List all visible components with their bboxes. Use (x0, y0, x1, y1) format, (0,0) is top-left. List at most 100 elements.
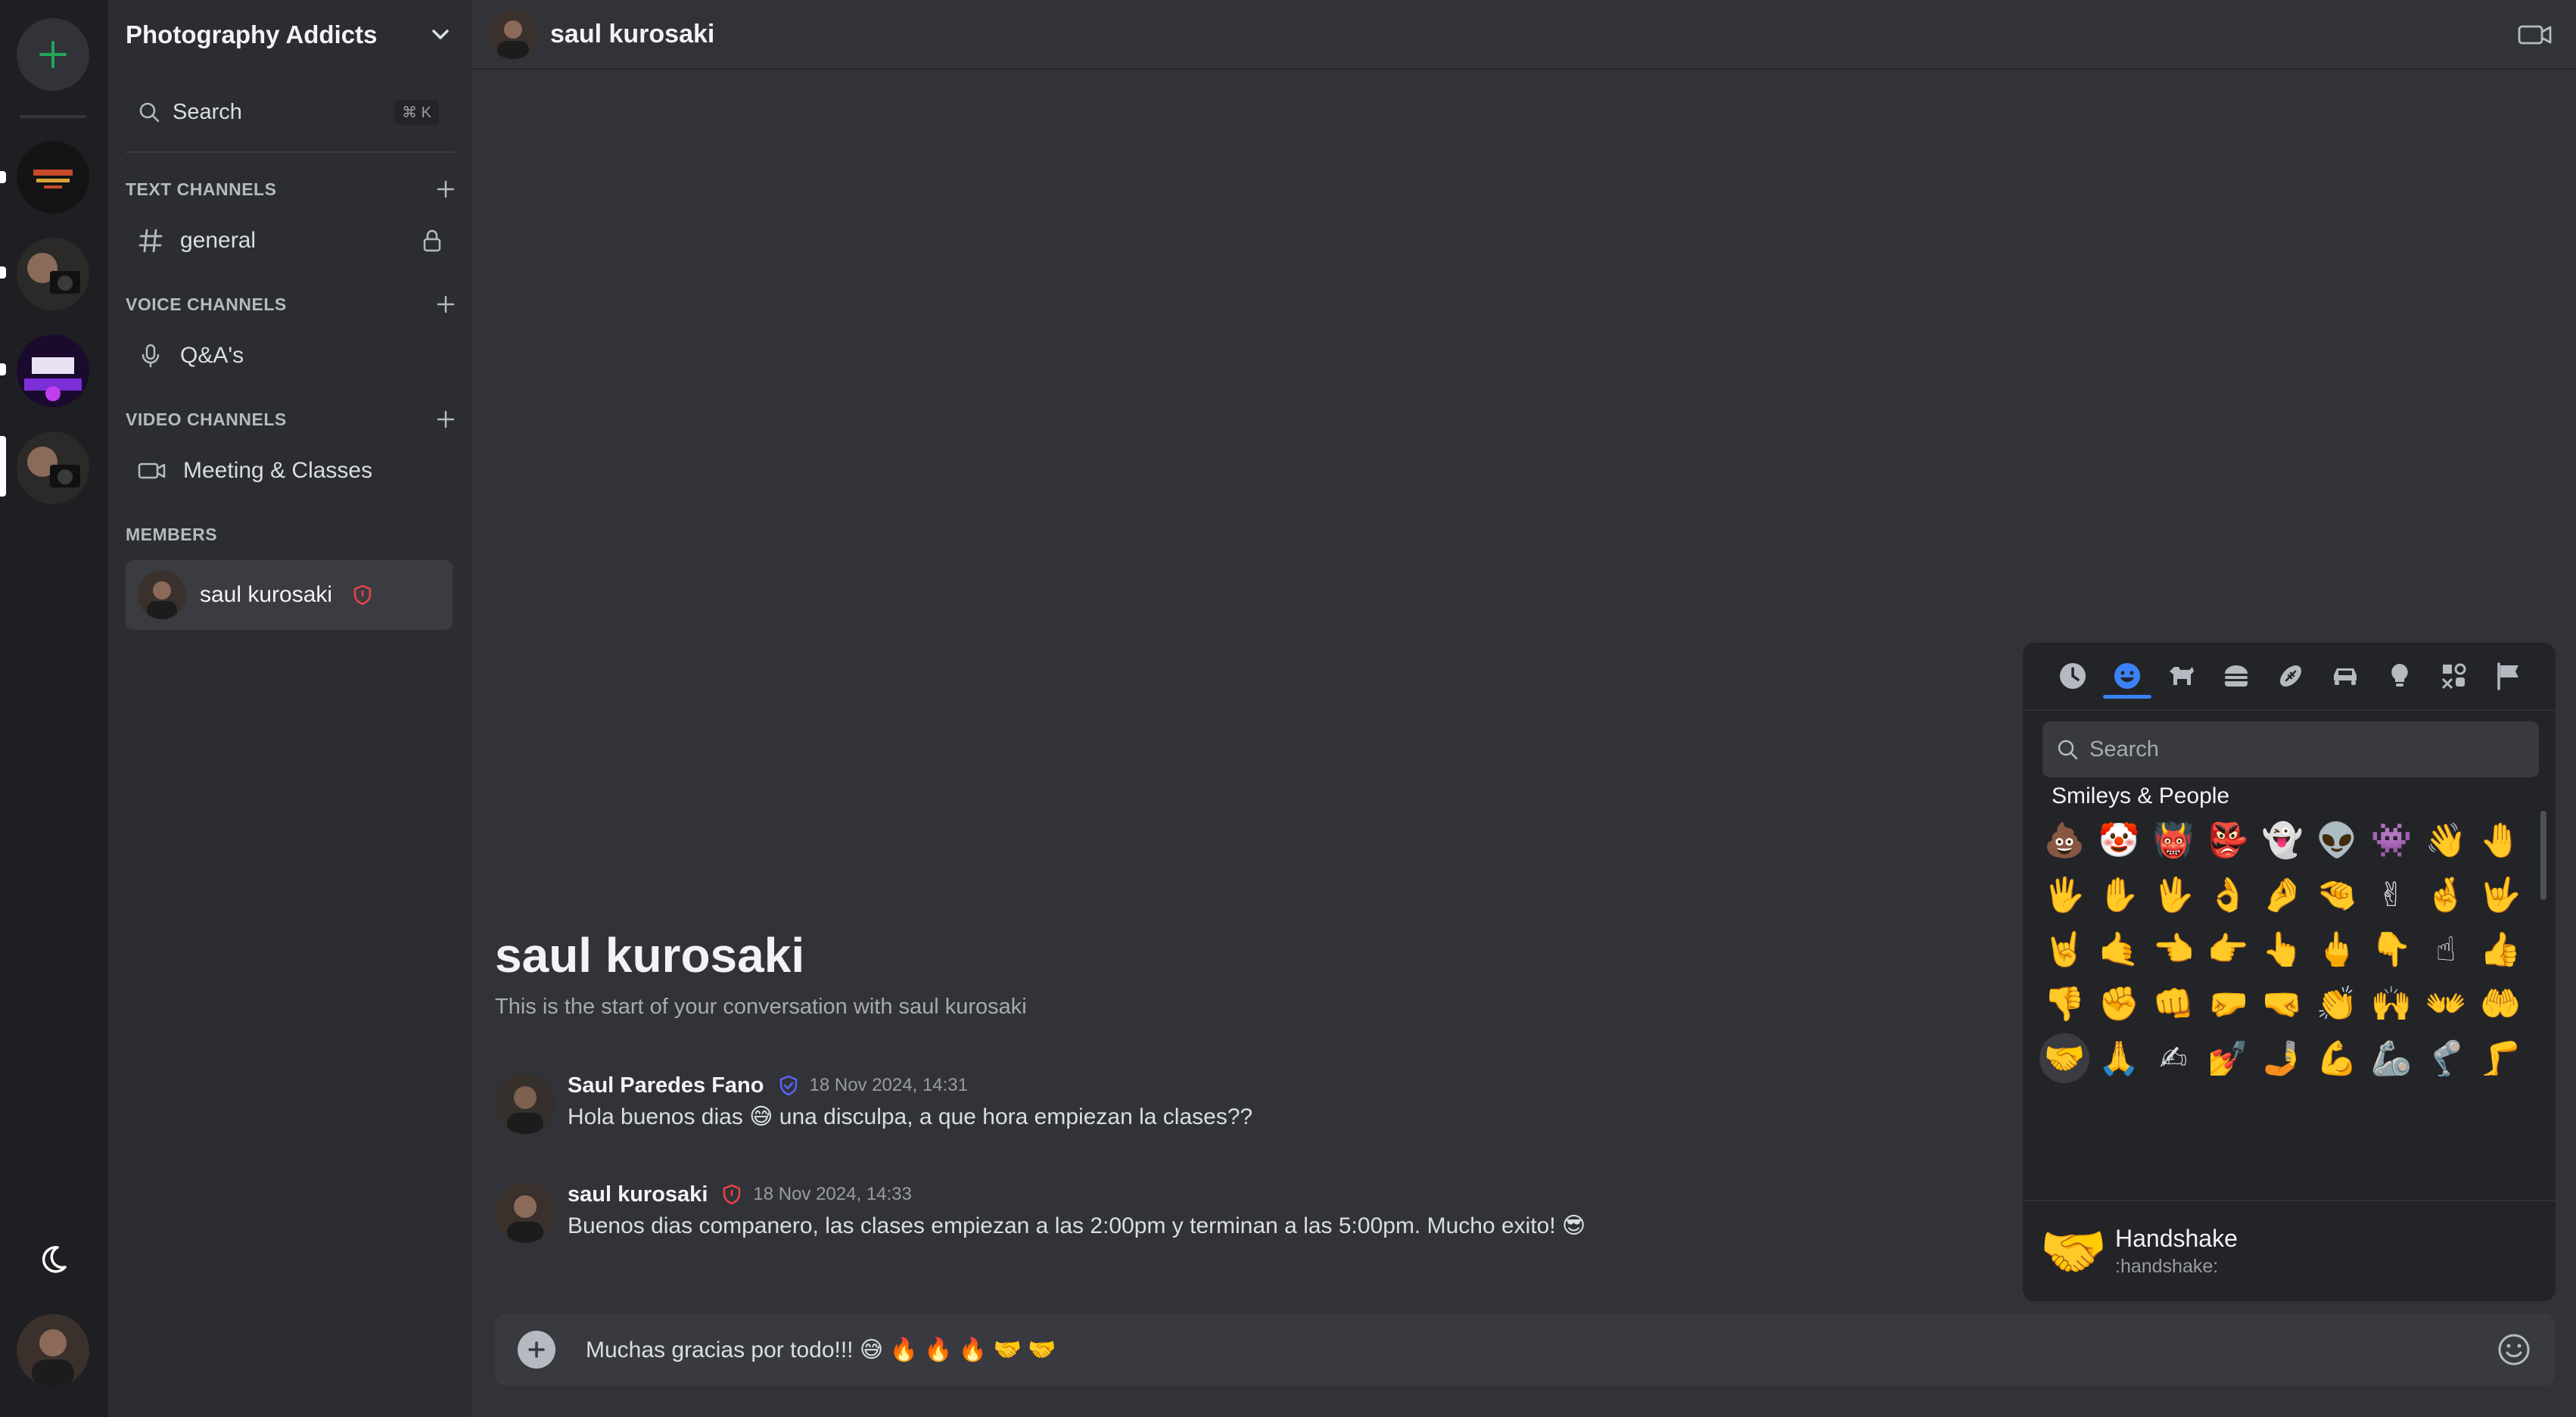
emoji-button[interactable]: 🦿 (2421, 1033, 2471, 1083)
emoji-search-input[interactable]: Search (2042, 721, 2539, 777)
emoji-button[interactable]: 🧠 (2257, 1088, 2307, 1089)
tab-food[interactable] (2209, 643, 2263, 709)
emoji-button[interactable]: ✌ (2366, 870, 2416, 920)
category-label: VIDEO CHANNELS (126, 409, 287, 429)
emoji-button[interactable]: 🤘 (2039, 924, 2089, 974)
emoji-button[interactable]: 👻 (2257, 815, 2307, 865)
emoji-button[interactable]: 👍 (2475, 924, 2525, 974)
emoji-button[interactable]: 🤳 (2257, 1033, 2307, 1083)
user-avatar[interactable] (17, 1314, 89, 1387)
emoji-button[interactable]: 🫁 (2366, 1088, 2416, 1089)
shield-icon (723, 1184, 741, 1205)
server-icon-1[interactable] (17, 141, 89, 213)
video-call-icon[interactable] (2517, 21, 2553, 48)
emoji-button[interactable]: 🤏 (2312, 870, 2362, 920)
add-channel-icon[interactable] (436, 410, 456, 429)
add-server-button[interactable] (17, 18, 89, 91)
emoji-button[interactable]: 👺 (2203, 815, 2253, 865)
server-header[interactable]: Photography Addicts (108, 0, 471, 70)
emoji-button[interactable]: ✊ (2094, 979, 2144, 1029)
emoji-button[interactable]: 👊 (2148, 979, 2198, 1029)
video-camera-icon (138, 462, 166, 479)
channel-qa[interactable]: Q&A's (126, 331, 456, 381)
emoji-button[interactable]: 🫀 (2312, 1088, 2362, 1089)
sidebar-search-button[interactable]: Search ⌘ K (126, 83, 451, 141)
emoji-button[interactable]: 🦵 (2475, 1033, 2525, 1083)
tab-flags[interactable] (2481, 643, 2536, 709)
emoji-button[interactable]: ☝ (2421, 924, 2471, 974)
emoji-button[interactable]: 👆 (2257, 924, 2307, 974)
emoji-button[interactable]: 👽 (2312, 815, 2362, 865)
tab-animals[interactable] (2154, 643, 2209, 709)
message-author[interactable]: Saul Paredes Fano (568, 1073, 764, 1098)
search-icon (139, 102, 160, 123)
channel-general[interactable]: general (126, 216, 456, 266)
emoji-button[interactable]: 👏 (2312, 979, 2362, 1029)
voice-channels-category[interactable]: VOICE CHANNELS (126, 289, 456, 319)
emoji-button[interactable]: 🙏 (2094, 1033, 2144, 1083)
tab-objects[interactable] (2372, 643, 2427, 709)
car-icon (2334, 668, 2357, 685)
member-item[interactable]: saul kurosaki (126, 560, 453, 630)
video-channels-category[interactable]: VIDEO CHANNELS (126, 404, 456, 434)
emoji-button[interactable]: 💪 (2312, 1033, 2362, 1083)
server-icon-2[interactable] (17, 238, 89, 310)
emoji-button[interactable]: 🤛 (2203, 979, 2253, 1029)
theme-toggle-button[interactable] (35, 1241, 71, 1278)
emoji-button[interactable]: 🖕 (2312, 924, 2362, 974)
message-avatar[interactable] (495, 1182, 555, 1243)
channel-meeting[interactable]: Meeting & Classes (126, 446, 456, 496)
tab-smileys[interactable] (2100, 643, 2154, 709)
emoji-button[interactable]: 👈 (2148, 924, 2198, 974)
emoji-button[interactable]: 👾 (2366, 815, 2416, 865)
emoji-button[interactable]: 🦴 (2475, 1088, 2525, 1089)
message-input[interactable]: Muchas gracias por todo!!! 😅 🔥 🔥 🔥 🤝 🤝 (586, 1337, 2496, 1363)
emoji-button[interactable]: 👋 (2421, 815, 2471, 865)
emoji-button[interactable]: 🤝 (2039, 1033, 2089, 1083)
emoji-button[interactable]: 🤲 (2475, 979, 2525, 1029)
emoji-button[interactable]: 👃 (2203, 1088, 2253, 1089)
tab-recent[interactable] (2046, 643, 2100, 709)
server-icon-4[interactable] (17, 431, 89, 504)
tab-activities[interactable] (2263, 643, 2318, 709)
verified-badge (778, 1074, 799, 1097)
emoji-button[interactable]: 🙌 (2366, 979, 2416, 1029)
emoji-button[interactable]: 👌 (2203, 870, 2253, 920)
emoji-button[interactable]: 🖖 (2148, 870, 2198, 920)
emoji-button[interactable]: 🤚 (2475, 815, 2525, 865)
message-avatar[interactable] (495, 1073, 555, 1134)
emoji-button[interactable]: 💅 (2203, 1033, 2253, 1083)
tab-travel[interactable] (2318, 643, 2372, 709)
emoji-button[interactable]: ✋ (2094, 870, 2144, 920)
picker-scrollbar[interactable] (2540, 811, 2546, 900)
emoji-button[interactable]: 🤙 (2094, 924, 2144, 974)
emoji-button[interactable]: 🤟 (2475, 870, 2525, 920)
emoji-button[interactable]: 👂 (2094, 1088, 2144, 1089)
emoji-picker-button[interactable] (2496, 1331, 2532, 1368)
emoji-button[interactable]: 🤡 (2094, 815, 2144, 865)
server-icon-3[interactable] (17, 335, 89, 407)
emoji-button[interactable]: 👹 (2148, 815, 2198, 865)
plus-icon (528, 1341, 545, 1358)
emoji-button[interactable]: 👐 (2421, 979, 2471, 1029)
text-channels-category[interactable]: TEXT CHANNELS (126, 174, 456, 204)
emoji-button[interactable]: 🦷 (2421, 1088, 2471, 1089)
tab-symbols[interactable] (2427, 643, 2481, 709)
emoji-button[interactable]: 👉 (2203, 924, 2253, 974)
header-avatar[interactable] (488, 9, 538, 59)
add-channel-icon[interactable] (436, 179, 456, 199)
attach-button[interactable] (518, 1331, 555, 1369)
add-channel-icon[interactable] (436, 294, 456, 314)
emoji-button[interactable]: 💩 (2039, 815, 2089, 865)
emoji-button[interactable]: 🖐 (2039, 870, 2089, 920)
emoji-button[interactable]: 🤌 (2257, 870, 2307, 920)
emoji-button[interactable]: 👇 (2366, 924, 2416, 974)
emoji-button[interactable]: 🦻 (2148, 1088, 2198, 1089)
emoji-button[interactable]: ✍ (2148, 1033, 2198, 1083)
emoji-button[interactable]: 👎 (2039, 979, 2089, 1029)
message-author[interactable]: saul kurosaki (568, 1182, 708, 1207)
emoji-button[interactable]: 🦾 (2366, 1033, 2416, 1083)
emoji-button[interactable]: 🦶 (2039, 1088, 2089, 1089)
emoji-button[interactable]: 🤜 (2257, 979, 2307, 1029)
emoji-button[interactable]: 🤞 (2421, 870, 2471, 920)
